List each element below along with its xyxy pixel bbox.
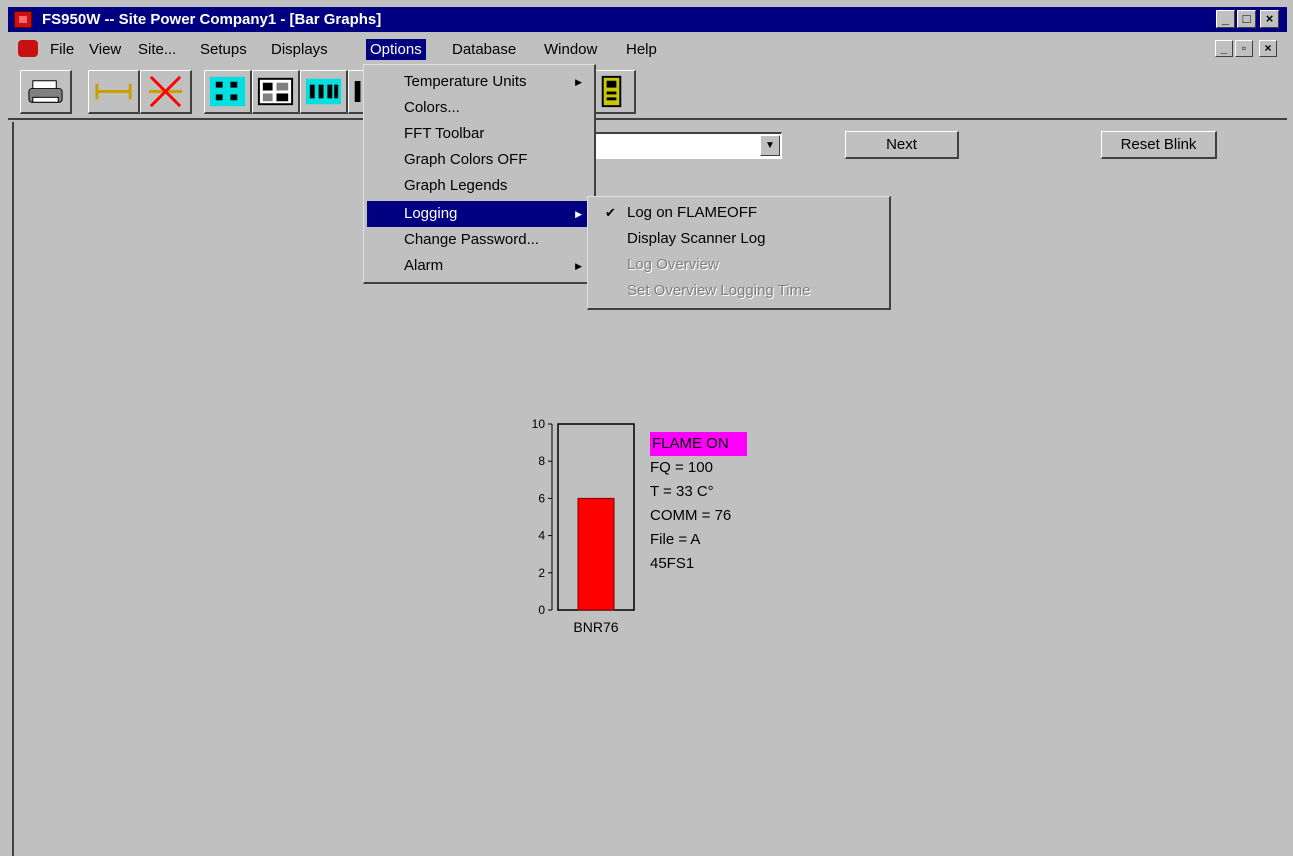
menu-item-label: Display Scanner Log bbox=[627, 230, 766, 247]
menu-item-log-on-flameoff[interactable]: ✔ Log on FLAMEOFF bbox=[591, 200, 887, 226]
menu-item-label: Log on FLAMEOFF bbox=[627, 204, 758, 221]
abc-text-icon bbox=[305, 78, 342, 105]
options-menu: Temperature Units ▶ Colors... FFT Toolba… bbox=[363, 64, 596, 284]
close-button[interactable]: × bbox=[1260, 10, 1279, 28]
menu-item-logging[interactable]: Logging ▶ bbox=[367, 201, 592, 227]
menu-item-label: Graph Legends bbox=[404, 177, 508, 194]
submenu-arrow-icon: ▶ bbox=[575, 77, 582, 87]
flame-status-badge: FLAME ON bbox=[650, 432, 747, 456]
menu-item-graph-colors-off[interactable]: Graph Colors OFF bbox=[367, 147, 592, 173]
disconnect-icon bbox=[148, 75, 183, 108]
menu-item-label: Log Overview bbox=[627, 256, 719, 273]
checkmark-icon: ✔ bbox=[605, 205, 616, 220]
chevron-down-icon[interactable]: ▼ bbox=[760, 135, 780, 156]
menu-site[interactable]: Site... bbox=[134, 39, 180, 60]
y-tick-label: 4 bbox=[538, 529, 545, 543]
category-label: BNR76 bbox=[573, 619, 618, 635]
bar-bnr76 bbox=[577, 497, 615, 611]
menu-item-fft-toolbar[interactable]: FFT Toolbar bbox=[367, 121, 592, 147]
scanner-status: FLAME ON FQ = 100 T = 33 C° COMM = 76 Fi… bbox=[648, 432, 747, 576]
menu-item-graph-legends[interactable]: Graph Legends bbox=[367, 173, 592, 199]
menu-window[interactable]: Window bbox=[540, 39, 601, 60]
menu-item-label: Change Password... bbox=[404, 231, 540, 248]
print-icon bbox=[28, 80, 63, 103]
minimize-button[interactable]: _ bbox=[1216, 10, 1235, 28]
menu-item-label: Set Overview Logging Time bbox=[627, 282, 811, 299]
scanner-select[interactable]: ▼ bbox=[578, 132, 782, 159]
y-tick-label: 8 bbox=[538, 454, 545, 468]
menu-options[interactable]: Options bbox=[366, 39, 426, 60]
doc-close-button[interactable]: × bbox=[1259, 40, 1277, 57]
menu-setups[interactable]: Setups bbox=[196, 39, 251, 60]
doc-minimize-button[interactable]: _ bbox=[1215, 40, 1233, 57]
model-value: 45FS1 bbox=[650, 555, 695, 572]
y-tick-label: 2 bbox=[538, 566, 545, 580]
menu-item-alarm[interactable]: Alarm ▶ bbox=[367, 253, 592, 279]
logging-submenu: ✔ Log on FLAMEOFF Display Scanner Log Lo… bbox=[587, 196, 891, 310]
y-axis: 0 2 4 6 8 10 bbox=[532, 417, 553, 617]
menu-item-label: Graph Colors OFF bbox=[404, 151, 528, 168]
menu-view[interactable]: View bbox=[85, 39, 125, 60]
abc-button[interactable] bbox=[300, 70, 348, 114]
menu-bar: File View Site... Setups Displays Option… bbox=[8, 36, 1287, 62]
disconnect-button[interactable] bbox=[140, 70, 192, 114]
document-icon[interactable] bbox=[18, 40, 38, 57]
menu-item-temperature-units[interactable]: Temperature Units ▶ bbox=[367, 69, 592, 95]
y-tick-label: 10 bbox=[532, 417, 546, 431]
menu-item-label: Logging bbox=[404, 205, 458, 222]
menu-item-label: Alarm bbox=[404, 257, 444, 274]
grid-view-icon bbox=[257, 77, 294, 106]
toolbar bbox=[8, 64, 1287, 120]
bar-graph: 0 2 4 6 8 10 BNR76 bbox=[532, 417, 635, 635]
maximize-button[interactable]: □ bbox=[1237, 10, 1256, 28]
menu-item-log-overview: Log Overview bbox=[591, 252, 887, 278]
reset-blink-button[interactable]: Reset Blink bbox=[1101, 131, 1217, 159]
print-button[interactable] bbox=[20, 70, 72, 114]
submenu-arrow-icon: ▶ bbox=[575, 209, 582, 219]
y-tick-label: 6 bbox=[538, 491, 545, 505]
doc-restore-button[interactable]: ▫ bbox=[1235, 40, 1253, 57]
menu-displays[interactable]: Displays bbox=[267, 39, 332, 60]
menu-file[interactable]: File bbox=[46, 39, 78, 60]
title-bar[interactable]: FS950W -- Site Power Company1 - [Bar Gra… bbox=[8, 7, 1287, 32]
submenu-arrow-icon: ▶ bbox=[575, 261, 582, 271]
connect-button[interactable] bbox=[88, 70, 140, 114]
window-title: FS950W -- Site Power Company1 - [Bar Gra… bbox=[42, 11, 382, 28]
list-view-button[interactable] bbox=[204, 70, 252, 114]
menu-item-change-password[interactable]: Change Password... bbox=[367, 227, 592, 253]
menu-database[interactable]: Database bbox=[448, 39, 520, 60]
menu-item-label: Temperature Units bbox=[404, 73, 527, 90]
menu-item-label: FFT Toolbar bbox=[404, 125, 485, 142]
menu-item-label: Colors... bbox=[404, 99, 460, 116]
menu-help[interactable]: Help bbox=[622, 39, 661, 60]
list-view-icon bbox=[209, 76, 246, 107]
y-tick-label: 0 bbox=[538, 603, 545, 617]
temperature-value: T = 33 C° bbox=[650, 483, 714, 500]
menu-item-colors[interactable]: Colors... bbox=[367, 95, 592, 121]
next-button[interactable]: Next bbox=[845, 131, 959, 159]
menu-item-display-scanner-log[interactable]: Display Scanner Log bbox=[591, 226, 887, 252]
grid-view-button[interactable] bbox=[252, 70, 300, 114]
connect-icon bbox=[95, 83, 132, 100]
fq-value: FQ = 100 bbox=[650, 459, 713, 476]
comm-value: COMM = 76 bbox=[650, 507, 732, 524]
app-icon[interactable] bbox=[14, 11, 32, 28]
file-value: File = A bbox=[650, 531, 701, 548]
menu-item-set-overview-logging-time: Set Overview Logging Time bbox=[591, 278, 887, 304]
